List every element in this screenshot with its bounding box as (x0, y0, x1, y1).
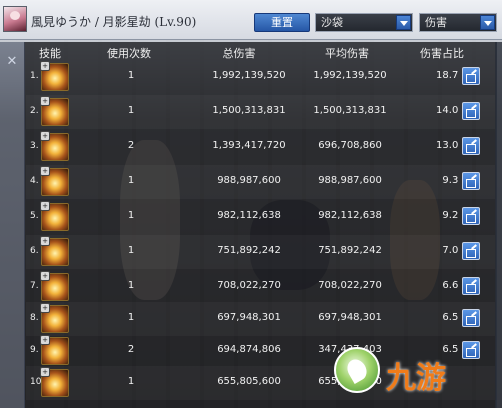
row-average: 696,708,860 (318, 140, 382, 151)
row-average: 982,112,638 (318, 210, 382, 221)
metric-select-value: 伤害 (425, 16, 447, 29)
side-strip (0, 42, 24, 408)
lock-icon: + (40, 335, 50, 345)
header-bar: 風見ゆうか / 月影星劫 (Lv.90) 重置 沙袋 伤害 (0, 0, 502, 40)
chevron-down-icon[interactable] (480, 15, 495, 30)
column-header-total: 总伤害 (222, 47, 256, 60)
column-header-uses: 使用次数 (107, 47, 151, 60)
page-title: 風見ゆうか / 月影星劫 (Lv.90) (31, 15, 197, 29)
share-icon[interactable] (462, 277, 480, 295)
row-rank: 5. (30, 211, 39, 221)
row-uses: 2 (127, 344, 135, 355)
table-row: 4. + 1 988,987,600 988,987,600 9.3 % (26, 165, 495, 199)
row-uses: 1 (127, 280, 135, 291)
row-uses: 1 (127, 105, 135, 116)
lock-icon: + (40, 61, 50, 71)
row-average: 1,500,313,831 (313, 105, 387, 116)
target-select[interactable]: 沙袋 (315, 13, 413, 32)
table-row: 7. + 1 708,022,270 708,022,270 6.6 % (26, 270, 495, 304)
skill-icon: + (40, 166, 69, 196)
row-rank: 7. (30, 281, 39, 291)
share-icon[interactable] (462, 137, 480, 155)
column-header-skill: 技能 (39, 47, 61, 60)
row-rank: 9. (30, 345, 39, 355)
skill-icon: + (40, 61, 69, 91)
row-uses: 1 (127, 175, 135, 186)
leaf-logo-icon (334, 347, 380, 393)
lock-icon: + (40, 236, 50, 246)
table-row: 5. + 1 982,112,638 982,112,638 9.2 % (26, 200, 495, 234)
row-average: 751,892,242 (318, 245, 382, 256)
metric-select[interactable]: 伤害 (419, 13, 497, 32)
reset-button[interactable]: 重置 (254, 13, 310, 32)
share-icon[interactable] (462, 242, 480, 260)
skill-icon: + (40, 236, 69, 266)
lock-icon: + (40, 303, 50, 313)
row-uses: 1 (127, 376, 135, 387)
lock-icon: + (40, 131, 50, 141)
share-icon[interactable] (462, 207, 480, 225)
lock-icon: + (40, 96, 50, 106)
table-row: 1. + 1 1,992,139,520 1,992,139,520 18.7 … (26, 60, 495, 94)
row-uses: 1 (127, 312, 135, 323)
skill-icon: + (40, 96, 69, 126)
skill-icon: + (40, 131, 69, 161)
skill-icon: + (40, 303, 69, 333)
column-header-average: 平均伤害 (325, 47, 369, 60)
row-rank: 8. (30, 313, 39, 323)
row-uses: 1 (127, 245, 135, 256)
close-icon[interactable]: ✕ (6, 55, 18, 68)
row-rank: 2. (30, 106, 39, 116)
row-uses: 2 (127, 140, 135, 151)
column-header-share: 伤害占比 (420, 47, 464, 60)
share-icon[interactable] (462, 309, 480, 327)
watermark-logo: 九游 (328, 335, 502, 408)
skill-icon: + (40, 367, 69, 397)
row-uses: 1 (127, 210, 135, 221)
skill-icon: + (40, 271, 69, 301)
row-rank: 4. (30, 176, 39, 186)
table-row: 6. + 1 751,892,242 751,892,242 7.0 % (26, 235, 495, 269)
skill-icon: + (40, 201, 69, 231)
table-row: 3. + 2 1,393,417,720 696,708,860 13.0 % (26, 130, 495, 164)
row-average: 988,987,600 (318, 175, 382, 186)
row-uses: 1 (127, 70, 135, 81)
avatar (3, 6, 27, 32)
lock-icon: + (40, 201, 50, 211)
share-icon[interactable] (462, 102, 480, 120)
row-rank: 6. (30, 246, 39, 256)
watermark-text: 九游 (386, 361, 446, 396)
row-average: 708,022,270 (318, 280, 382, 291)
table-row: 2. + 1 1,500,313,831 1,500,313,831 14.0 … (26, 95, 495, 129)
skill-icon: + (40, 335, 69, 365)
row-rank: 3. (30, 141, 39, 151)
share-icon[interactable] (462, 172, 480, 190)
lock-icon: + (40, 271, 50, 281)
row-average: 697,948,301 (318, 312, 382, 323)
row-rank: 1. (30, 71, 39, 81)
share-icon[interactable] (462, 67, 480, 85)
chevron-down-icon[interactable] (396, 15, 411, 30)
target-select-value: 沙袋 (321, 16, 343, 29)
lock-icon: + (40, 367, 50, 377)
row-average: 1,992,139,520 (313, 70, 387, 81)
lock-icon: + (40, 166, 50, 176)
table-row: 8. + 1 697,948,301 697,948,301 6.5 % (26, 302, 495, 336)
